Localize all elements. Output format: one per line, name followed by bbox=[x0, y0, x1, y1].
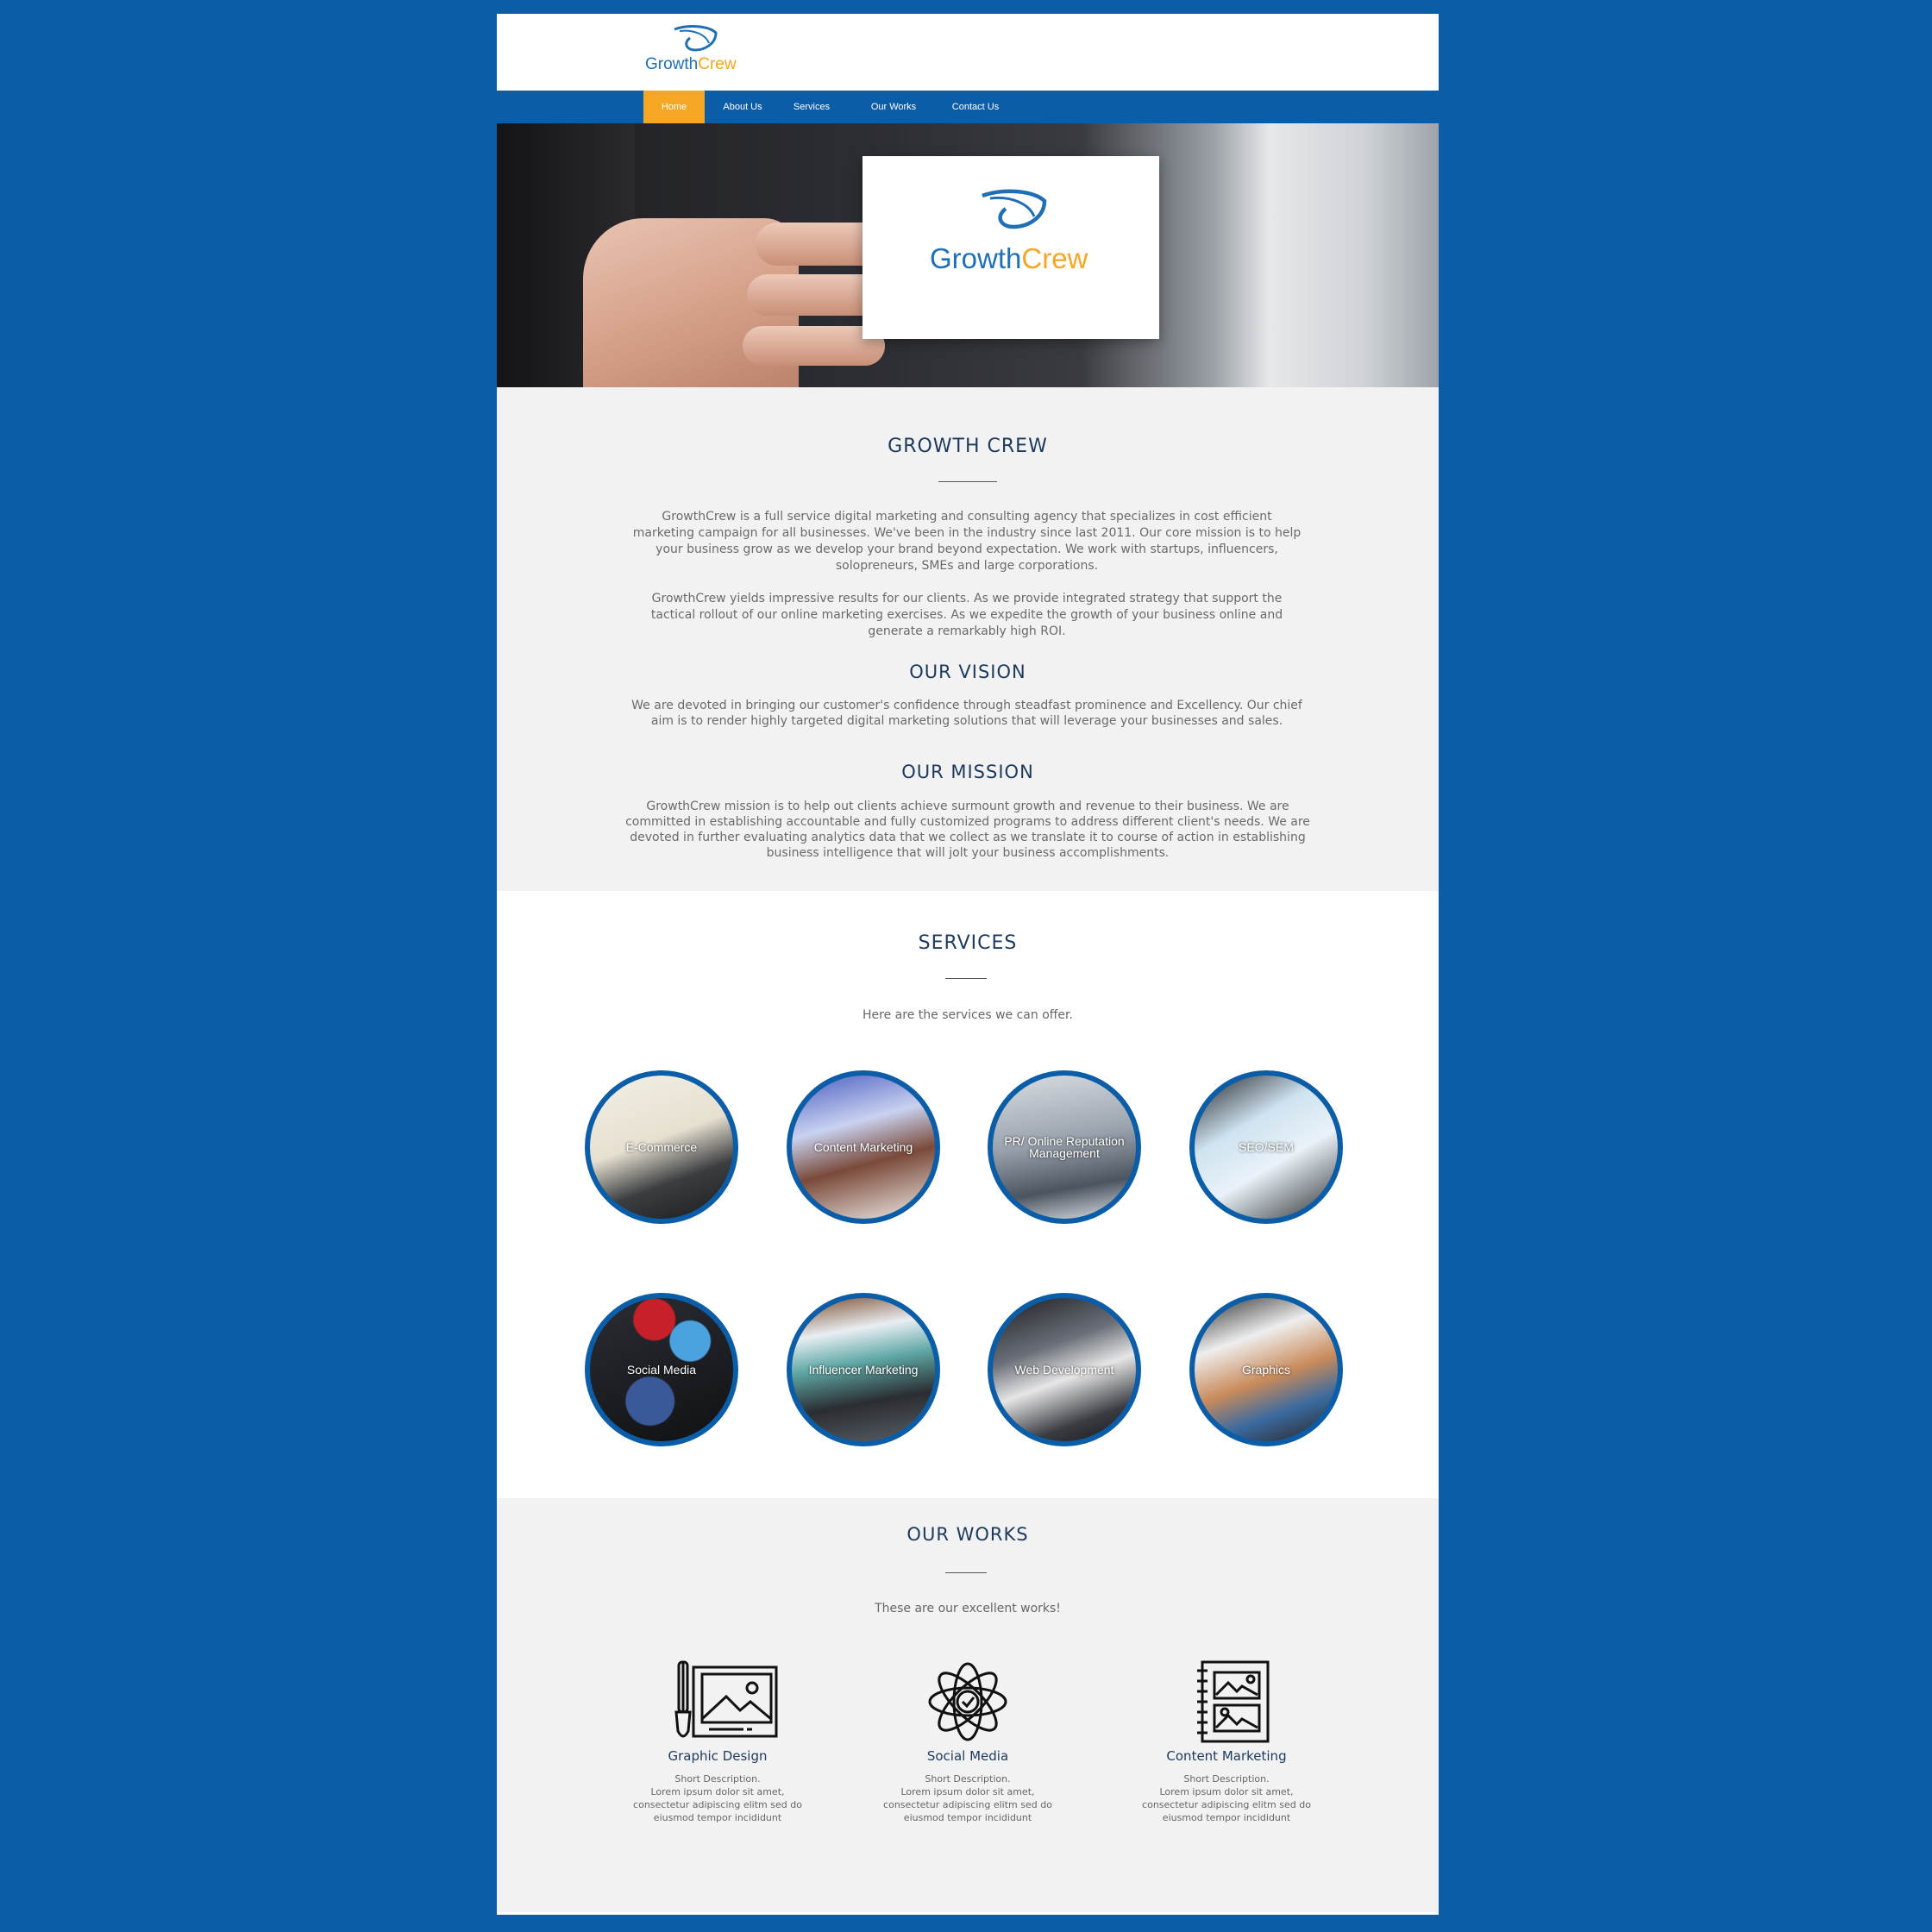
work-item-graphic-design[interactable]: Graphic Design Short Description. Lorem … bbox=[623, 1659, 812, 1824]
work-item-social-media[interactable]: Social Media Short Description. Lorem ip… bbox=[873, 1659, 1063, 1824]
about-paragraph-2: GrowthCrew yields impressive results for… bbox=[650, 592, 1283, 638]
service-seo-sem[interactable]: SEO/SEM bbox=[1189, 1070, 1343, 1224]
hero-banner: GrowthCrew bbox=[497, 123, 1439, 387]
service-pr-online-reputation[interactable]: PR/ Online Reputation Management bbox=[988, 1070, 1141, 1224]
service-label: Social Media bbox=[626, 1363, 697, 1377]
title-divider bbox=[938, 481, 997, 482]
network-flower-icon bbox=[928, 1662, 1007, 1741]
nav-home[interactable]: Home bbox=[643, 91, 705, 123]
notebook-images-icon bbox=[1197, 1660, 1270, 1743]
vision-title: OUR VISION bbox=[909, 662, 1026, 682]
growthcrew-logo[interactable]: GrowthCrew bbox=[645, 24, 740, 85]
work-description: Short Description. Lorem ipsum dolor sit… bbox=[883, 1773, 1052, 1823]
business-card: GrowthCrew bbox=[862, 156, 1159, 339]
about-section: GROWTH CREW GrowthCrew is a full service… bbox=[497, 387, 1439, 891]
title-divider bbox=[945, 978, 987, 979]
service-web-development[interactable]: Web Development bbox=[988, 1293, 1141, 1446]
main-nav: Home About Us Services Our Works Contact… bbox=[497, 91, 1439, 123]
logo-wordmark: GrowthCrew bbox=[645, 55, 737, 73]
website-page: GrowthCrew Home About Us Services Our Wo… bbox=[497, 14, 1439, 1915]
card-wordmark: GrowthCrew bbox=[930, 242, 1088, 274]
about-title: GROWTH CREW bbox=[888, 436, 1048, 457]
brush-canvas-icon bbox=[674, 1660, 778, 1738]
service-label: E-Commerce bbox=[625, 1140, 698, 1154]
service-label: Content Marketing bbox=[813, 1140, 913, 1154]
service-graphics[interactable]: Graphics bbox=[1189, 1293, 1343, 1446]
work-title: Graphic Design bbox=[668, 1748, 768, 1764]
site-header: GrowthCrew bbox=[497, 14, 1439, 91]
leaf-logo-icon bbox=[674, 25, 718, 52]
work-item-content-marketing[interactable]: Content Marketing Short Description. Lor… bbox=[1132, 1659, 1321, 1824]
nav-our-works[interactable]: Our Works bbox=[859, 91, 928, 123]
works-title: OUR WORKS bbox=[906, 1524, 1029, 1545]
work-title: Content Marketing bbox=[1166, 1748, 1287, 1764]
about-paragraph-1: GrowthCrew is a full service digital mar… bbox=[632, 510, 1302, 573]
leaf-logo-icon bbox=[982, 189, 1047, 229]
mission-text: GrowthCrew mission is to help out client… bbox=[625, 800, 1310, 860]
service-influencer-marketing[interactable]: Influencer Marketing bbox=[787, 1293, 940, 1446]
vision-text: We are devoted in bringing our customer'… bbox=[631, 699, 1302, 728]
title-divider bbox=[945, 1572, 987, 1573]
services-section: SERVICES Here are the services we can of… bbox=[497, 891, 1439, 1498]
services-title: SERVICES bbox=[918, 932, 1018, 954]
nav-services[interactable]: Services bbox=[781, 91, 842, 123]
service-label: PR/ Online Reputation Management bbox=[1004, 1134, 1125, 1160]
works-subtitle: These are our excellent works! bbox=[875, 1602, 1061, 1615]
work-title: Social Media bbox=[926, 1748, 1009, 1764]
nav-contact-us[interactable]: Contact Us bbox=[937, 91, 1014, 123]
service-label: Web Development bbox=[1014, 1363, 1114, 1377]
work-description: Short Description. Lorem ipsum dolor sit… bbox=[1142, 1773, 1311, 1823]
works-section: OUR WORKS These are our excellent works!… bbox=[497, 1498, 1439, 1912]
service-label: Influencer Marketing bbox=[808, 1363, 919, 1377]
service-label: Graphics bbox=[1241, 1363, 1291, 1377]
service-ecommerce[interactable]: E-Commerce bbox=[585, 1070, 738, 1224]
work-description: Short Description. Lorem ipsum dolor sit… bbox=[633, 1773, 802, 1823]
services-subtitle: Here are the services we can offer. bbox=[862, 1008, 1073, 1022]
service-content-marketing[interactable]: Content Marketing bbox=[787, 1070, 940, 1224]
service-social-media[interactable]: Social Media bbox=[585, 1293, 738, 1446]
nav-about-us[interactable]: About Us bbox=[712, 91, 773, 123]
service-label: SEO/SEM bbox=[1239, 1140, 1294, 1154]
mission-title: OUR MISSION bbox=[901, 762, 1034, 782]
